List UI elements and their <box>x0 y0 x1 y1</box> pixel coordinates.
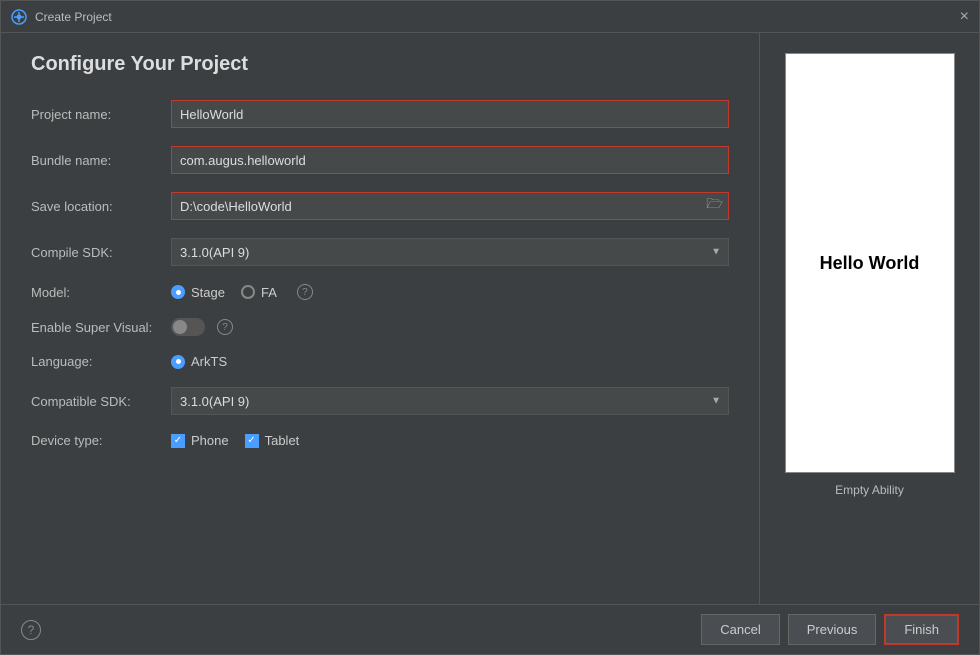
compile-sdk-row: Compile SDK: 3.1.0(API 9) 3.0.0(API 8) 2… <box>31 238 729 266</box>
language-arkts-label: ArkTS <box>191 354 227 369</box>
window-title: Create Project <box>35 10 112 24</box>
compatible-sdk-select[interactable]: 3.1.0(API 9) 3.0.0(API 8) 2.2.0(API 7) <box>171 387 729 415</box>
device-tablet-label: Tablet <box>265 433 300 448</box>
model-fa-option[interactable]: FA <box>241 285 277 300</box>
preview-panel: Hello World Empty Ability <box>759 33 979 604</box>
model-stage-option[interactable]: Stage <box>171 285 225 300</box>
save-location-field: 🗁 <box>171 192 729 220</box>
compatible-sdk-label: Compatible SDK: <box>31 394 171 409</box>
device-phone-label: Phone <box>191 433 229 448</box>
preview-content-text: Hello World <box>820 253 920 274</box>
model-fa-label: FA <box>261 285 277 300</box>
preview-template-label: Empty Ability <box>835 483 904 497</box>
project-name-input[interactable] <box>171 100 729 128</box>
device-preview-frame: Hello World <box>785 53 955 473</box>
super-visual-row: Enable Super Visual: ? <box>31 318 729 336</box>
device-type-label: Device type: <box>31 433 171 448</box>
footer: ? Cancel Previous Finish <box>1 604 979 654</box>
model-radio-group: Stage FA ? <box>171 284 729 300</box>
language-row: Language: ArkTS <box>31 354 729 369</box>
compile-sdk-field: 3.1.0(API 9) 3.0.0(API 8) 2.2.0(API 7) ▼ <box>171 238 729 266</box>
help-icon[interactable]: ? <box>21 620 41 640</box>
device-type-checkboxes: ✓ Phone ✓ Tablet <box>171 433 729 448</box>
main-content: Configure Your Project Project name: Bun… <box>1 33 979 604</box>
save-location-input[interactable] <box>171 192 701 220</box>
close-button[interactable]: × <box>960 9 969 25</box>
device-tablet-checkbox[interactable]: ✓ <box>245 434 259 448</box>
save-location-label: Save location: <box>31 199 171 214</box>
model-help-icon[interactable]: ? <box>297 284 313 300</box>
compile-sdk-label: Compile SDK: <box>31 245 171 260</box>
create-project-window: Create Project × Configure Your Project … <box>0 0 980 655</box>
project-name-row: Project name: <box>31 100 729 128</box>
bundle-name-row: Bundle name: <box>31 146 729 174</box>
model-stage-label: Stage <box>191 285 225 300</box>
save-location-row: Save location: 🗁 <box>31 192 729 220</box>
page-heading: Configure Your Project <box>31 53 729 76</box>
previous-button[interactable]: Previous <box>788 614 877 645</box>
device-type-row: Device type: ✓ Phone ✓ <box>31 433 729 448</box>
folder-icon: 🗁 <box>706 195 723 217</box>
model-stage-radio[interactable] <box>171 285 185 299</box>
model-row: Model: Stage FA ? <box>31 284 729 300</box>
bundle-name-field <box>171 146 729 174</box>
bundle-name-label: Bundle name: <box>31 153 171 168</box>
model-fa-radio[interactable] <box>241 285 255 299</box>
language-label: Language: <box>31 354 171 369</box>
device-phone-checkbox[interactable]: ✓ <box>171 434 185 448</box>
language-field: ArkTS <box>171 354 729 369</box>
checkmark-icon-2: ✓ <box>247 436 255 446</box>
super-visual-help-icon[interactable]: ? <box>217 319 233 335</box>
model-label: Model: <box>31 285 171 300</box>
device-phone-option[interactable]: ✓ Phone <box>171 433 229 448</box>
checkmark-icon: ✓ <box>174 436 182 446</box>
compile-sdk-select[interactable]: 3.1.0(API 9) 3.0.0(API 8) 2.2.0(API 7) <box>171 238 729 266</box>
compatible-sdk-row: Compatible SDK: 3.1.0(API 9) 3.0.0(API 8… <box>31 387 729 415</box>
toggle-knob <box>173 320 187 334</box>
footer-buttons: Cancel Previous Finish <box>701 614 959 645</box>
cancel-button[interactable]: Cancel <box>701 614 779 645</box>
language-arkts-option[interactable]: ArkTS <box>171 354 729 369</box>
device-tablet-option[interactable]: ✓ Tablet <box>245 433 300 448</box>
title-bar: Create Project × <box>1 1 979 33</box>
finish-button[interactable]: Finish <box>884 614 959 645</box>
browse-folder-button[interactable]: 🗁 <box>701 192 729 220</box>
model-field: Stage FA ? <box>171 284 729 300</box>
compatible-sdk-field: 3.1.0(API 9) 3.0.0(API 8) 2.2.0(API 7) ▼ <box>171 387 729 415</box>
language-arkts-radio[interactable] <box>171 355 185 369</box>
app-logo-icon <box>11 9 27 25</box>
super-visual-field: ? <box>171 318 729 336</box>
project-name-label: Project name: <box>31 107 171 122</box>
form-panel: Configure Your Project Project name: Bun… <box>1 33 759 604</box>
project-name-field <box>171 100 729 128</box>
super-visual-label: Enable Super Visual: <box>31 320 171 335</box>
super-visual-toggle[interactable] <box>171 318 205 336</box>
device-type-field: ✓ Phone ✓ Tablet <box>171 433 729 448</box>
bundle-name-input[interactable] <box>171 146 729 174</box>
